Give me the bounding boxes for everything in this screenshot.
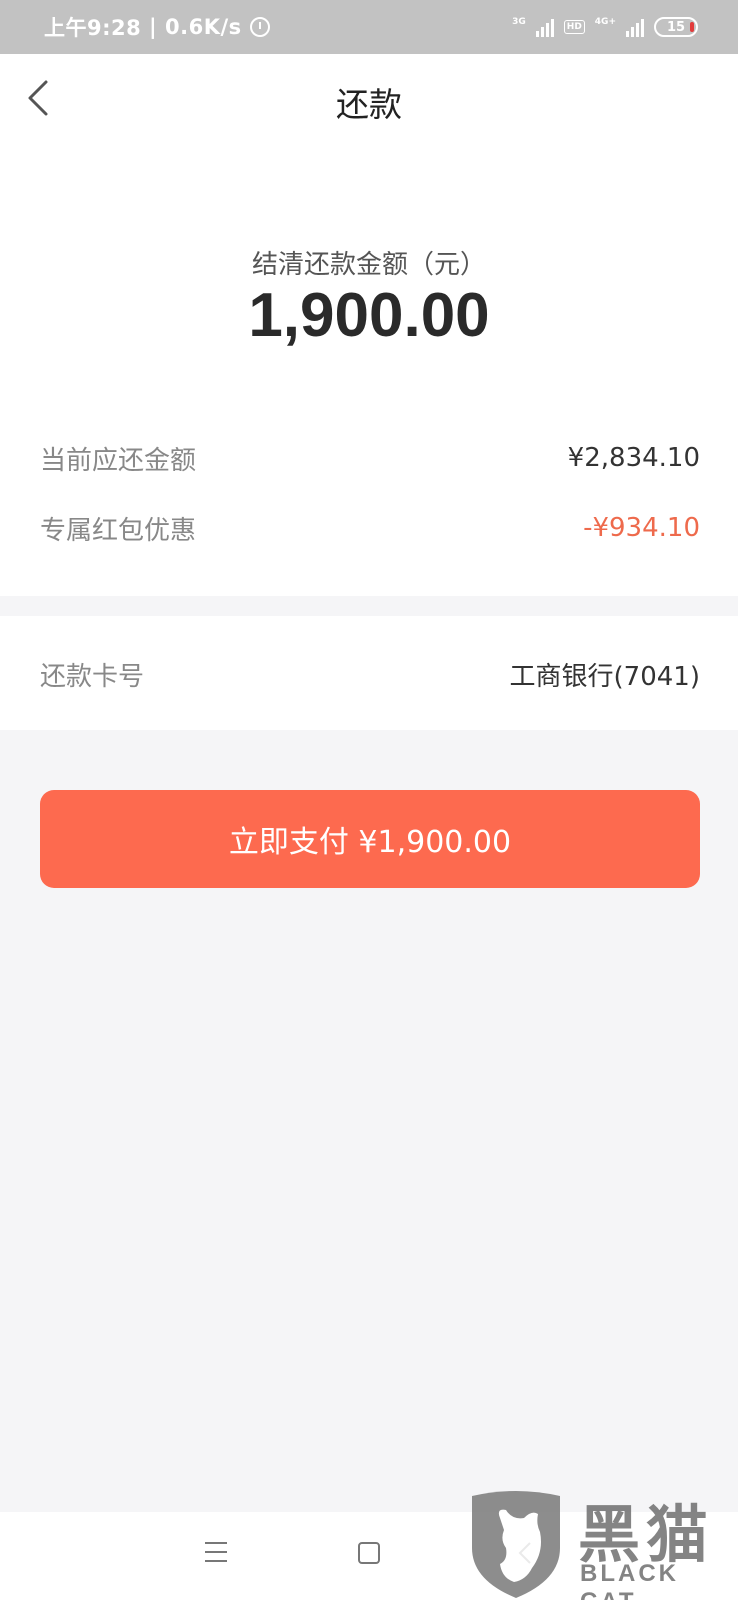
header: 还款 — [0, 54, 738, 146]
settle-amount-value: 1,900.00 — [248, 281, 490, 350]
current-due-value: ¥2,834.10 — [567, 443, 700, 473]
home-icon[interactable] — [358, 1542, 380, 1564]
status-bar: 上午9:28 | 0.6K/s 3G HD 4G+ 15 — [0, 0, 738, 54]
repayment-card-row[interactable]: 还款卡号 工商银行(7041) — [0, 616, 738, 730]
battery-level: 15 — [666, 19, 686, 35]
status-time: 上午9:28 — [44, 16, 142, 40]
watermark-en: BLACK CAT — [580, 1560, 679, 1600]
amount-card: 结清还款金额（元） 1,900.00 当前应还金额 ¥2,834.10 专属红包… — [0, 146, 738, 596]
signal-label-3g: 3G — [512, 17, 526, 27]
card-value: 工商银行(7041) — [509, 661, 700, 692]
watermark: 黑猫 BLACK CAT — [466, 1484, 738, 1600]
hd-badge: HD — [563, 20, 585, 34]
signal-icon-2 — [626, 17, 644, 37]
status-left: 上午9:28 | 0.6K/s — [44, 12, 270, 42]
card-row: 还款卡号 工商银行(7041) — [40, 654, 700, 694]
pay-now-button[interactable]: 立即支付 ¥1,900.00 — [40, 790, 700, 888]
status-separator: | — [141, 15, 166, 39]
discount-value: -¥934.10 — [583, 513, 700, 543]
network-speed: 0.6K/s — [165, 15, 242, 39]
signal-icon — [535, 17, 554, 37]
battery-icon: 15 — [654, 17, 698, 37]
status-right: 3G HD 4G+ 15 — [512, 17, 698, 37]
page-title: 还款 — [336, 85, 402, 124]
current-due-label: 当前应还金额 — [40, 445, 197, 476]
current-due-row: 当前应还金额 ¥2,834.10 — [40, 438, 700, 478]
discount-row: 专属红包优惠 -¥934.10 — [40, 508, 700, 548]
cat-shield-logo — [472, 1491, 560, 1598]
discount-label: 专属红包优惠 — [40, 515, 197, 546]
menu-icon[interactable] — [205, 1542, 227, 1564]
signal-label-4g: 4G+ — [594, 17, 616, 27]
card-label: 还款卡号 — [40, 661, 145, 692]
alarm-icon — [249, 17, 270, 37]
settle-amount-label: 结清还款金额（元） — [251, 250, 486, 280]
